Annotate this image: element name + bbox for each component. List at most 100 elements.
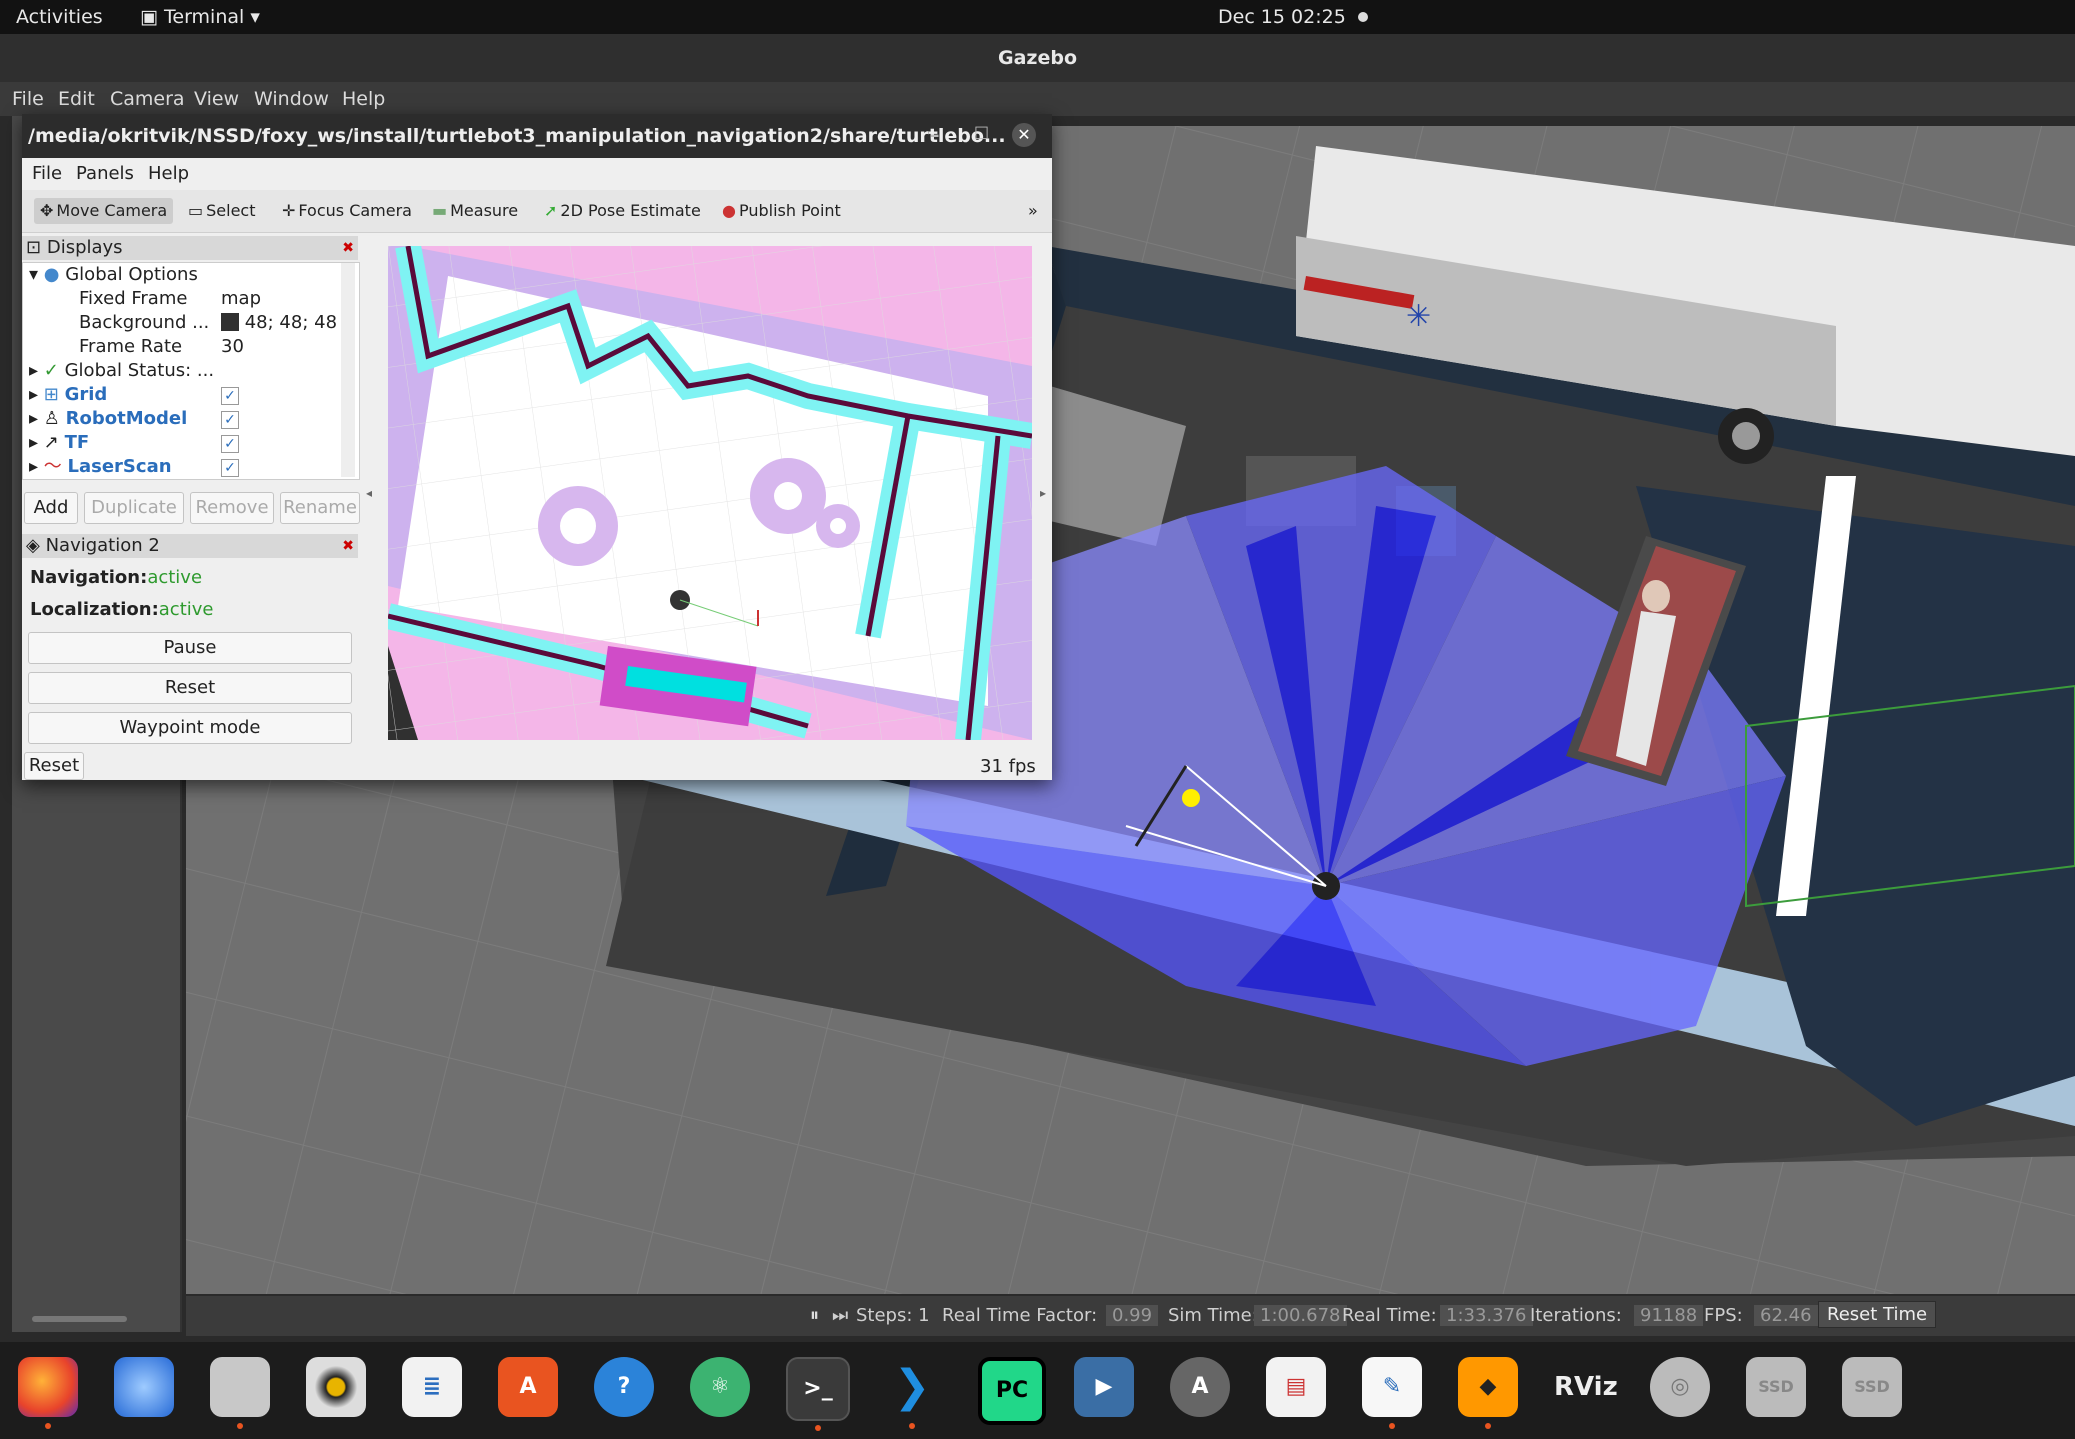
- rviz-menu-help[interactable]: Help: [148, 163, 189, 184]
- clock[interactable]: Dec 15 02:25: [1218, 6, 1346, 28]
- terminal-menu[interactable]: ▣ Terminal ▾: [140, 6, 260, 28]
- updater-icon[interactable]: A: [1170, 1357, 1230, 1417]
- measure-tool[interactable]: ▬ Measure: [426, 198, 524, 224]
- laserscan-checkbox[interactable]: ✓: [221, 459, 239, 477]
- steps-label[interactable]: Steps: 1: [856, 1305, 930, 1326]
- tf-checkbox[interactable]: ✓: [221, 435, 239, 453]
- tree-item-global-options[interactable]: ▾ ● Global Options: [29, 263, 198, 287]
- help-icon[interactable]: ?: [594, 1357, 654, 1417]
- select-tool[interactable]: ▭ Select: [182, 198, 261, 224]
- menu-edit[interactable]: Edit: [58, 88, 95, 110]
- writer-icon[interactable]: ≣: [402, 1357, 462, 1417]
- tree-item-global-status[interactable]: ▸ ✓ Global Status: ...: [29, 359, 214, 383]
- expand-icon[interactable]: ▸: [29, 456, 38, 477]
- publish-point-tool[interactable]: ● Publish Point: [716, 198, 847, 224]
- minimize-icon[interactable]: –: [930, 124, 940, 146]
- navigation-label: Navigation:: [30, 567, 148, 588]
- sim-time-label: Sim Time:: [1168, 1305, 1258, 1326]
- ssd-icon[interactable]: SSD: [1746, 1357, 1806, 1417]
- tree-label: Grid: [64, 384, 108, 405]
- menu-file[interactable]: File: [12, 88, 44, 110]
- duplicate-button[interactable]: Duplicate: [84, 492, 184, 524]
- tree-item-grid[interactable]: ▸ ⊞ Grid: [29, 383, 107, 407]
- localization-status: Localization:active: [30, 598, 214, 622]
- rviz-icon[interactable]: RViz: [1554, 1357, 1618, 1417]
- scrollbar[interactable]: [32, 1316, 127, 1322]
- robotmodel-checkbox[interactable]: ✓: [221, 411, 239, 429]
- waypoint-mode-button[interactable]: Waypoint mode: [28, 712, 352, 744]
- video-icon[interactable]: ▶: [1074, 1357, 1134, 1417]
- vscode-icon[interactable]: ❯: [882, 1357, 942, 1429]
- displays-tree: ▾ ● Global Options Fixed Frame map Backg…: [22, 262, 360, 480]
- monitor-icon: ⊡: [26, 237, 42, 258]
- tree-scrollbar[interactable]: [341, 263, 355, 477]
- sublime-icon[interactable]: ◆: [1458, 1357, 1518, 1429]
- menu-window[interactable]: Window: [254, 88, 329, 110]
- expand-icon[interactable]: ▾: [29, 264, 38, 285]
- tree-item-laserscan[interactable]: ▸ 〜 LaserScan: [29, 455, 172, 479]
- real-time-value: 1:33.376: [1440, 1305, 1533, 1326]
- rviz-title-bar[interactable]: /media/okritvik/NSSD/foxy_ws/install/tur…: [22, 114, 1052, 158]
- software-icon[interactable]: A: [498, 1357, 558, 1417]
- rviz-menu-file[interactable]: File: [32, 163, 62, 184]
- disk-icon[interactable]: ◎: [1650, 1357, 1710, 1417]
- rhythmbox-icon[interactable]: [306, 1357, 366, 1417]
- tree-label: TF: [64, 432, 90, 453]
- close-panel-icon[interactable]: ✖: [342, 534, 354, 558]
- localization-value: active: [158, 599, 214, 620]
- menu-view[interactable]: View: [194, 88, 239, 110]
- background-value[interactable]: 48; 48; 48: [221, 311, 337, 335]
- menu-camera[interactable]: Camera: [110, 88, 185, 110]
- grid-checkbox[interactable]: ✓: [221, 387, 239, 405]
- reset-time-button[interactable]: Reset Time: [1818, 1301, 1937, 1328]
- atom-icon[interactable]: ⚛: [690, 1357, 750, 1417]
- background-rgb: 48; 48; 48: [244, 312, 338, 333]
- ssd-icon-2[interactable]: SSD: [1842, 1357, 1902, 1417]
- remove-button[interactable]: Remove: [190, 492, 274, 524]
- thunderbird-icon[interactable]: [114, 1357, 174, 1417]
- tree-item-tf[interactable]: ▸ ↗ TF: [29, 431, 89, 455]
- chevron-down-icon: ▾: [250, 6, 260, 28]
- grid-icon: ⊞: [43, 384, 59, 405]
- terminal-icon[interactable]: >_: [786, 1357, 850, 1431]
- collapse-right-icon[interactable]: ▸: [1040, 486, 1046, 500]
- focus-camera-tool[interactable]: ✛ Focus Camera: [276, 198, 418, 224]
- tool-label: 2D Pose Estimate: [560, 201, 701, 220]
- add-button[interactable]: Add: [24, 492, 78, 524]
- firefox-icon[interactable]: [18, 1357, 78, 1429]
- laser-icon: 〜: [43, 456, 62, 477]
- tree-item-robotmodel[interactable]: ▸ ♙ RobotModel: [29, 407, 187, 431]
- bottom-reset-button[interactable]: Reset: [24, 752, 84, 780]
- collapse-left-icon[interactable]: ◂: [366, 486, 372, 500]
- fixed-frame-value[interactable]: map: [221, 287, 261, 311]
- maximize-icon[interactable]: □: [974, 122, 989, 141]
- files-icon[interactable]: [210, 1357, 270, 1429]
- step-icon[interactable]: ⏭: [832, 1305, 848, 1326]
- pause-icon[interactable]: ⏸: [810, 1305, 819, 1326]
- expand-icon[interactable]: ▸: [29, 432, 38, 453]
- expand-icon[interactable]: ▸: [29, 360, 38, 381]
- nav2-panel-header: ◈ Navigation 2 ✖: [22, 534, 358, 558]
- pycharm-icon[interactable]: PC: [978, 1357, 1046, 1425]
- text-editor-icon[interactable]: ✎: [1362, 1357, 1422, 1429]
- reset-button[interactable]: Reset: [28, 672, 352, 704]
- pose-estimate-tool[interactable]: ➚ 2D Pose Estimate: [538, 198, 707, 224]
- rviz-menu-panels[interactable]: Panels: [76, 163, 134, 184]
- rtf-value: 0.99: [1106, 1305, 1159, 1326]
- expand-icon[interactable]: ▸: [29, 384, 38, 405]
- expand-icon[interactable]: ▸: [29, 408, 38, 429]
- rviz-title: /media/okritvik/NSSD/foxy_ws/install/tur…: [28, 125, 1006, 147]
- color-swatch: [221, 313, 239, 331]
- activities-button[interactable]: Activities: [16, 6, 103, 28]
- rviz-render-view[interactable]: [388, 246, 1032, 740]
- goal-marker: [1182, 789, 1200, 807]
- move-camera-tool[interactable]: ✥ Move Camera: [34, 198, 174, 224]
- menu-help[interactable]: Help: [342, 88, 385, 110]
- close-icon[interactable]: ✕: [1012, 123, 1036, 147]
- pause-button[interactable]: Pause: [28, 632, 352, 664]
- close-panel-icon[interactable]: ✖: [342, 236, 354, 260]
- viewer-icon[interactable]: ▤: [1266, 1357, 1326, 1417]
- frame-rate-value[interactable]: 30: [221, 335, 244, 359]
- more-tools-icon[interactable]: »: [1022, 198, 1044, 224]
- rename-button[interactable]: Rename: [280, 492, 360, 524]
